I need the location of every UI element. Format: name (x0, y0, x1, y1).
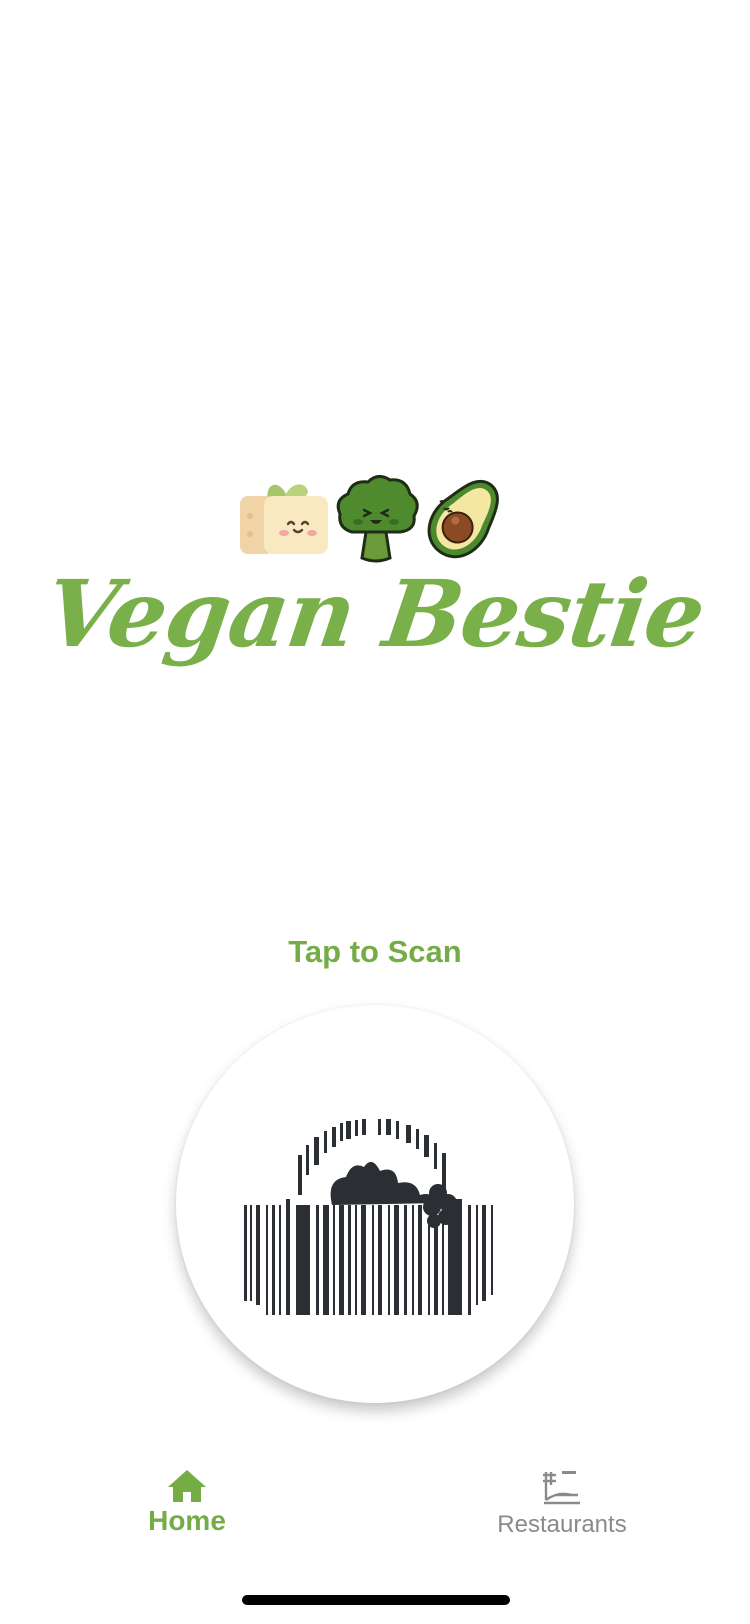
broccoli-icon (336, 475, 419, 563)
avocado-icon (427, 479, 499, 559)
tab-home-label: Home (148, 1505, 226, 1536)
restaurant-tray-icon (543, 1471, 580, 1505)
app-logo-title: Vegan Bestie (39, 560, 711, 668)
tab-restaurants[interactable]: Restaurants (432, 1455, 692, 1565)
tab-home[interactable]: Home (57, 1455, 317, 1565)
tofu-icon (240, 484, 328, 554)
barcode-basket-icon (244, 1119, 493, 1315)
home-icon (168, 1470, 206, 1502)
mascot-row (238, 472, 513, 567)
tab-restaurants-label: Restaurants (497, 1511, 627, 1538)
scan-button[interactable] (176, 1005, 574, 1403)
home-indicator (242, 1595, 510, 1605)
tap-to-scan-label: Tap to Scan (288, 934, 462, 969)
